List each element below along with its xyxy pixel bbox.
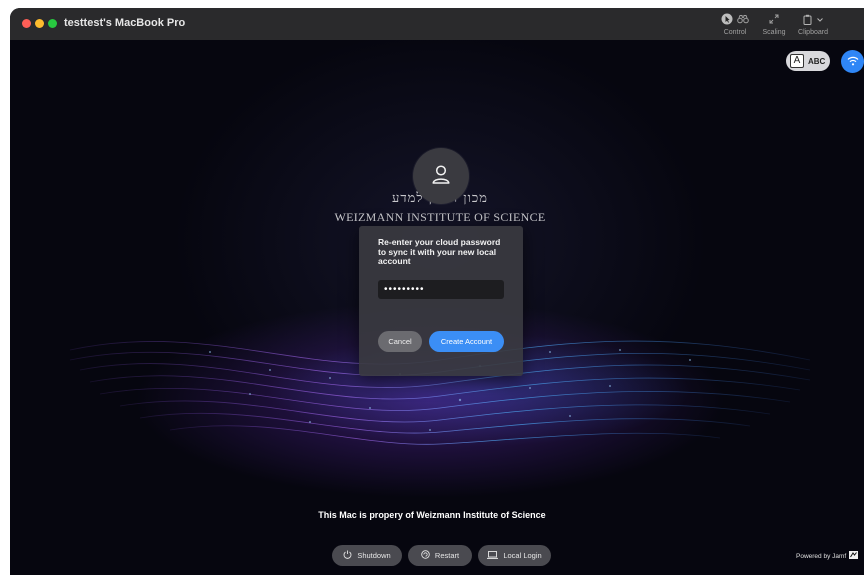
password-field[interactable]: ••••••••• [378,280,504,299]
clipboard-label: Clipboard [798,29,828,36]
clipboard-tool[interactable]: Clipboard [793,14,833,36]
local-login-label: Local Login [503,551,542,560]
powered-by-jamf: Powered by Jamf [796,551,859,561]
dialog-message: Re-enter your cloud password to sync it … [378,237,501,266]
title-bar: testtest's MacBook Pro Control Scaling C… [10,8,864,41]
shutdown-button[interactable]: Shutdown [332,545,402,566]
ownership-notice: This Mac is propery of Weizmann Institut… [318,510,546,520]
control-tool[interactable]: Control [715,13,755,36]
restart-label: Restart [434,551,460,560]
wifi-icon [847,53,859,71]
zoom-window-button[interactable] [48,19,57,28]
close-window-button[interactable] [22,19,31,28]
logo-english-text: WEIZMANN INSTITUTE OF SCIENCE [334,210,546,224]
user-icon [430,163,452,190]
user-avatar [413,148,469,204]
powered-by-text: Powered by Jamf [796,552,847,560]
input-source-selector[interactable]: A ABC [786,51,830,71]
create-account-button[interactable]: Create Account [429,331,504,352]
laptop-icon [487,550,499,561]
jamf-logo-icon [849,551,859,561]
shutdown-label: Shutdown [357,551,391,560]
scaling-tool[interactable]: Scaling [759,14,789,36]
chevron-down-icon [817,17,823,24]
clipboard-icon [803,14,813,27]
restart-button[interactable]: Restart [408,545,472,566]
resize-arrows-icon [769,14,779,26]
remote-desktop-window: testtest's MacBook Pro Control Scaling C… [10,8,864,575]
input-source-letter: A [790,54,804,68]
restart-icon [421,550,430,561]
scaling-label: Scaling [762,29,786,36]
remote-login-screen: A ABC מכון ויצמן למדע WEIZMANN INSTITUTE… [10,40,864,575]
power-icon [343,550,352,561]
binoculars-icon [737,14,749,26]
control-label: Control [723,29,747,36]
cloud-password-dialog: Re-enter your cloud password to sync it … [359,226,523,376]
input-source-label: ABC [808,56,826,66]
wifi-button[interactable] [841,50,864,73]
minimize-window-button[interactable] [35,19,44,28]
window-title: testtest's MacBook Pro [64,17,186,29]
cancel-button[interactable]: Cancel [378,331,422,352]
pointer-icon [721,13,733,27]
local-login-button[interactable]: Local Login [478,545,551,566]
